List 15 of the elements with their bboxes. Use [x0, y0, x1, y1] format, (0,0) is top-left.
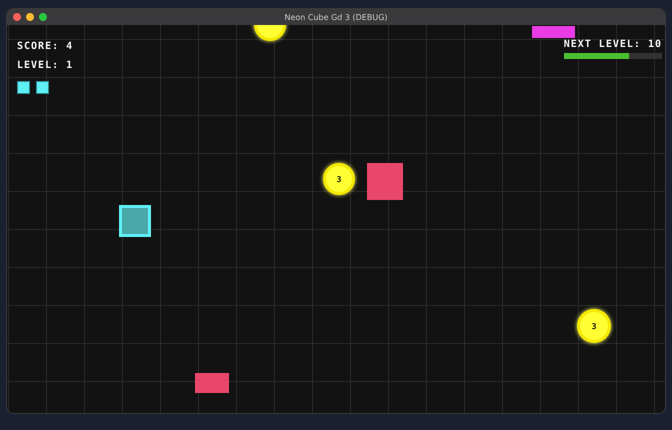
- player-cube: [119, 205, 151, 237]
- zoom-button[interactable]: [39, 13, 47, 21]
- enemy-block: [367, 163, 403, 200]
- window-title: Neon Cube Gd 3 (DEBUG): [284, 12, 388, 22]
- minimize-button[interactable]: [26, 13, 34, 21]
- life-icon: [17, 81, 30, 94]
- level-text: LEVEL: 1: [17, 60, 74, 72]
- coin: 3: [323, 163, 355, 195]
- life-icon: [36, 81, 49, 94]
- score-text: SCORE: 4: [17, 41, 74, 53]
- close-button[interactable]: [13, 13, 21, 21]
- coin: 3: [577, 309, 611, 343]
- enemy-block: [195, 373, 229, 393]
- next-level-text: NEXT LEVEL: 10: [564, 39, 662, 51]
- pickup-bar: [532, 26, 575, 38]
